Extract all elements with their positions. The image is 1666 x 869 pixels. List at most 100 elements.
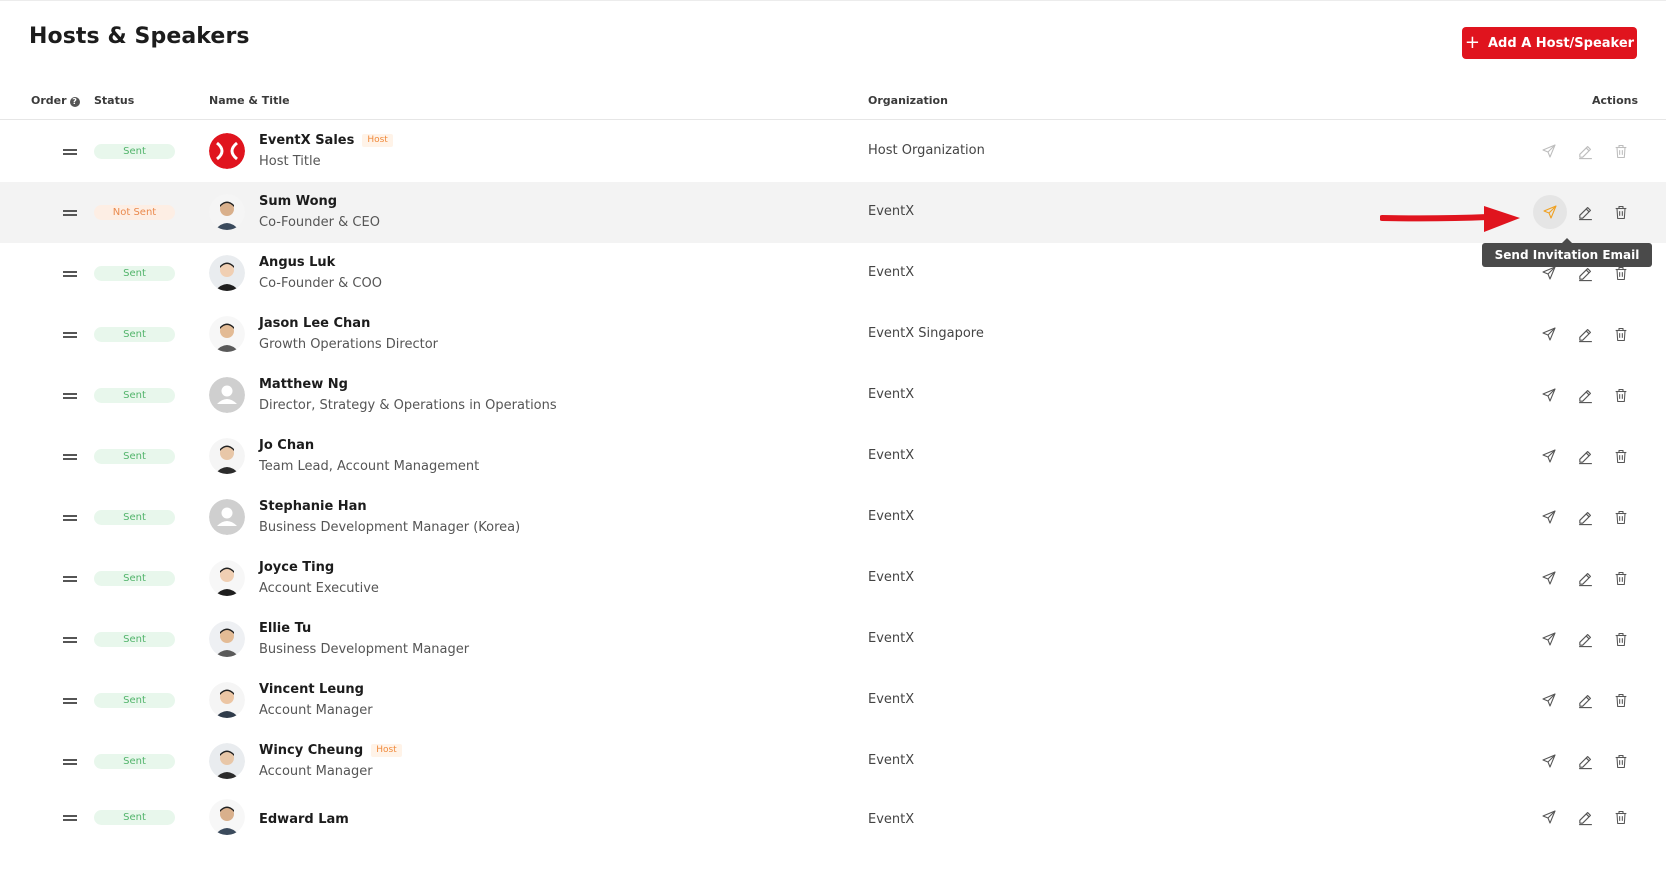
send-invitation-button[interactable] — [1537, 383, 1561, 407]
status-badge: Sent — [94, 632, 175, 647]
speaker-name-text: Vincent Leung — [259, 682, 364, 697]
speaker-name-text: Wincy Cheung — [259, 743, 364, 758]
table-row: Sent Matthew Ng Director, Strategy & Ope… — [0, 365, 1666, 426]
send-invitation-button[interactable] — [1537, 805, 1561, 829]
send-invitation-button[interactable] — [1537, 444, 1561, 468]
drag-handle-icon[interactable] — [63, 210, 77, 216]
status-badge: Sent — [94, 449, 175, 464]
drag-handle-icon[interactable] — [63, 149, 77, 155]
send-invitation-tooltip: Send Invitation Email — [1482, 238, 1652, 267]
delete-button[interactable] — [1609, 805, 1633, 829]
delete-button[interactable] — [1609, 139, 1633, 163]
drag-handle-icon[interactable] — [63, 637, 77, 643]
host-tag: Host — [362, 134, 393, 147]
table-row: Sent Angus Luk Co-Founder & COO EventX — [0, 243, 1666, 304]
edit-button[interactable] — [1573, 505, 1597, 529]
edit-button[interactable] — [1573, 749, 1597, 773]
delete-button[interactable] — [1609, 200, 1633, 224]
header-organization: Organization — [868, 94, 948, 107]
speaker-name: Matthew Ng — [259, 377, 348, 392]
drag-handle-icon[interactable] — [63, 759, 77, 765]
delete-button[interactable] — [1609, 627, 1633, 651]
send-invitation-button[interactable] — [1537, 749, 1561, 773]
paper-plane-icon — [1541, 326, 1557, 342]
send-invitation-button[interactable] — [1537, 505, 1561, 529]
drag-handle-icon[interactable] — [63, 515, 77, 521]
speaker-organization: EventX — [868, 387, 915, 402]
drag-handle-icon[interactable] — [63, 815, 77, 821]
paper-plane-icon — [1541, 753, 1557, 769]
edit-button[interactable] — [1573, 566, 1597, 590]
speaker-organization: Host Organization — [868, 143, 985, 158]
pencil-icon — [1577, 143, 1594, 160]
delete-button[interactable] — [1609, 444, 1633, 468]
speaker-name: Jo Chan — [259, 438, 314, 453]
drag-handle-icon[interactable] — [63, 576, 77, 582]
speaker-name-text: Edward Lam — [259, 812, 349, 827]
paper-plane-icon — [1541, 143, 1557, 159]
plus-icon: + — [1464, 32, 1480, 53]
status-badge: Sent — [94, 327, 175, 342]
edit-button[interactable] — [1573, 444, 1597, 468]
speaker-organization: EventX — [868, 265, 915, 280]
drag-handle-icon[interactable] — [63, 332, 77, 338]
speaker-name: Wincy Cheung Host — [259, 743, 402, 758]
trash-icon — [1613, 326, 1629, 343]
edit-button[interactable] — [1573, 805, 1597, 829]
status-badge: Sent — [94, 693, 175, 708]
speaker-name-text: Stephanie Han — [259, 499, 367, 514]
avatar — [209, 621, 245, 657]
delete-button[interactable] — [1609, 749, 1633, 773]
trash-icon — [1613, 387, 1629, 404]
edit-button[interactable] — [1573, 200, 1597, 224]
question-circle-icon[interactable]: ? — [69, 97, 80, 107]
delete-button[interactable] — [1609, 383, 1633, 407]
pencil-icon — [1577, 753, 1594, 770]
edit-button[interactable] — [1573, 383, 1597, 407]
edit-button[interactable] — [1573, 688, 1597, 712]
speaker-title: Host Title — [259, 154, 321, 169]
trash-icon — [1613, 204, 1629, 221]
pencil-icon — [1577, 692, 1594, 709]
send-invitation-button[interactable] — [1537, 566, 1561, 590]
paper-plane-icon — [1541, 265, 1557, 281]
speaker-name-text: Jason Lee Chan — [259, 316, 371, 331]
delete-button[interactable] — [1609, 505, 1633, 529]
add-host-speaker-button[interactable]: + Add A Host/Speaker — [1462, 27, 1637, 59]
pencil-icon — [1577, 265, 1594, 282]
edit-button[interactable] — [1573, 627, 1597, 651]
avatar — [209, 316, 245, 352]
avatar — [209, 377, 245, 413]
send-invitation-button[interactable] — [1533, 195, 1567, 229]
send-invitation-button[interactable] — [1537, 627, 1561, 651]
header-name-title: Name & Title — [209, 94, 290, 107]
send-invitation-button[interactable] — [1537, 688, 1561, 712]
speaker-title: Account Manager — [259, 703, 373, 718]
avatar — [209, 438, 245, 474]
table-row: Sent Ellie Tu Business Development Manag… — [0, 609, 1666, 670]
delete-button[interactable] — [1609, 688, 1633, 712]
top-divider — [0, 0, 1666, 1]
speaker-organization: EventX — [868, 509, 915, 524]
table-row: Sent Jo Chan Team Lead, Account Manageme… — [0, 426, 1666, 487]
edit-button[interactable] — [1573, 322, 1597, 346]
drag-handle-icon[interactable] — [63, 454, 77, 460]
drag-handle-icon[interactable] — [63, 698, 77, 704]
pencil-icon — [1577, 326, 1594, 343]
trash-icon — [1613, 753, 1629, 770]
trash-icon — [1613, 809, 1629, 826]
drag-handle-icon[interactable] — [63, 393, 77, 399]
drag-handle-icon[interactable] — [63, 271, 77, 277]
delete-button[interactable] — [1609, 322, 1633, 346]
edit-button[interactable] — [1573, 139, 1597, 163]
speaker-name-text: Sum Wong — [259, 194, 338, 209]
speaker-name: Edward Lam — [259, 812, 349, 827]
speaker-name: Ellie Tu — [259, 621, 311, 636]
delete-button[interactable] — [1609, 566, 1633, 590]
avatar — [209, 743, 245, 779]
table-row: Sent Stephanie Han Business Development … — [0, 487, 1666, 548]
send-invitation-button[interactable] — [1537, 139, 1561, 163]
avatar — [209, 682, 245, 718]
send-invitation-button[interactable] — [1537, 322, 1561, 346]
speaker-name-text: Joyce Ting — [259, 560, 335, 575]
